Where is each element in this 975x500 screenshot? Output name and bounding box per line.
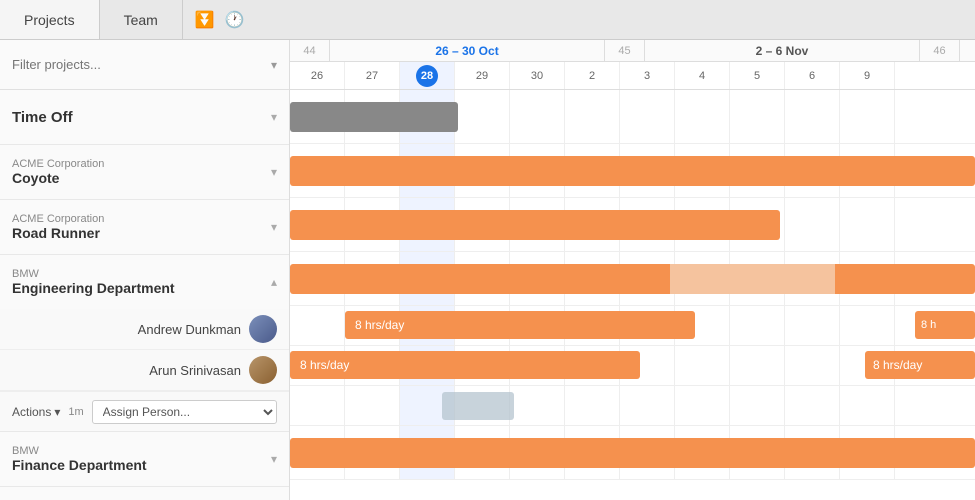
gantt-row-andrew: 8 hrs/day 8 h bbox=[290, 306, 975, 346]
bar-bmw-finance bbox=[290, 438, 975, 468]
bar-andrew-right: 8 h bbox=[915, 311, 975, 339]
gantt-row-time-off bbox=[290, 90, 975, 144]
day-26: 26 bbox=[290, 62, 345, 89]
bmw-finance-company: BMW bbox=[12, 445, 263, 457]
clock-icon[interactable]: 🕐 bbox=[225, 10, 245, 30]
day-27: 27 bbox=[345, 62, 400, 89]
sidebar-item-time-off-header[interactable]: Time Off ▾ bbox=[0, 90, 289, 144]
sidebar-item-acme-roadrunner: ACME Corporation Road Runner ▾ bbox=[0, 200, 289, 255]
andrew-name: Andrew Dunkman bbox=[20, 322, 249, 337]
week-label-row: 44 26 – 30 Oct 45 2 – 6 Nov 46 bbox=[290, 40, 975, 62]
bar-andrew: 8 hrs/day bbox=[345, 311, 695, 339]
acme-coyote-company: ACME Corporation bbox=[12, 158, 263, 170]
expand-icon-bmw-engineering: ▴ bbox=[271, 275, 277, 289]
gantt-body: 8 hrs/day 8 h bbox=[290, 90, 975, 500]
expand-icon-bmw-finance: ▾ bbox=[271, 452, 277, 466]
expand-icon-time-off: ▾ bbox=[271, 110, 277, 124]
day-9: 9 bbox=[840, 62, 895, 89]
bar-arun: 8 hrs/day bbox=[290, 351, 640, 379]
day-29: 29 bbox=[455, 62, 510, 89]
week-46-num: 46 bbox=[920, 40, 960, 61]
app-container: Projects Team ⏬ 🕐 ▾ Time Off ▾ bbox=[0, 0, 975, 500]
arun-rate: 8 hrs/day bbox=[300, 358, 349, 372]
bmw-engineering-company: BMW bbox=[12, 268, 263, 280]
tab-team[interactable]: Team bbox=[100, 0, 183, 39]
top-nav: Projects Team ⏬ 🕐 bbox=[0, 0, 975, 40]
bar-arun-right: 8 hrs/day bbox=[865, 351, 975, 379]
bar-bmw-eng-light bbox=[670, 264, 780, 294]
week-44-num: 44 bbox=[290, 40, 330, 61]
bmw-engineering-members: Andrew Dunkman Arun Srinivasan Acti bbox=[0, 309, 289, 431]
week-26-30-oct: 26 – 30 Oct bbox=[330, 40, 605, 61]
tab-projects[interactable]: Projects bbox=[0, 0, 100, 39]
gantt-row-arun: 8 hrs/day 8 hrs/day bbox=[290, 346, 975, 386]
gantt-row-acme-coyote bbox=[290, 144, 975, 198]
andrew-rate: 8 hrs/day bbox=[355, 318, 404, 332]
bmw-finance-project: Finance Department bbox=[12, 457, 263, 473]
sidebar-item-bmw-engineering: BMW Engineering Department ▴ Andrew Dunk… bbox=[0, 255, 289, 432]
arun-avatar bbox=[249, 356, 277, 384]
bar-time-off bbox=[290, 102, 458, 132]
gantt-row-bmw-finance bbox=[290, 426, 975, 480]
interval-label: 1m bbox=[68, 406, 83, 418]
chevron-down-icon[interactable]: ▾ bbox=[271, 58, 277, 72]
sidebar-item-acme-coyote-header[interactable]: ACME Corporation Coyote ▾ bbox=[0, 145, 289, 199]
gantt-chart: 44 26 – 30 Oct 45 2 – 6 Nov 46 26 27 28 bbox=[290, 40, 975, 500]
acme-coyote-project: Coyote bbox=[12, 170, 263, 186]
actions-row: Actions ▾ 1m Assign Person... bbox=[0, 391, 289, 431]
day-3: 3 bbox=[620, 62, 675, 89]
acme-roadrunner-project: Road Runner bbox=[12, 225, 263, 241]
bar-bmw-eng-light2 bbox=[780, 264, 835, 294]
sidebar-item-acme-coyote: ACME Corporation Coyote ▾ bbox=[0, 145, 289, 200]
sidebar: ▾ Time Off ▾ ACME Corporation Coyote bbox=[0, 40, 290, 500]
gantt-row-bmw-engineering bbox=[290, 252, 975, 306]
week-45-num: 45 bbox=[605, 40, 645, 61]
bmw-engineering-project: Engineering Department bbox=[12, 280, 263, 296]
sidebar-item-bmw-engineering-header[interactable]: BMW Engineering Department ▴ bbox=[0, 255, 289, 309]
acme-roadrunner-company: ACME Corporation bbox=[12, 213, 263, 225]
day-30: 30 bbox=[510, 62, 565, 89]
day-2: 2 bbox=[565, 62, 620, 89]
actions-button[interactable]: Actions ▾ bbox=[12, 405, 60, 419]
filter-row: ▾ bbox=[0, 40, 289, 90]
bar-acme-coyote bbox=[290, 156, 975, 186]
nav-icons: ⏬ 🕐 bbox=[183, 10, 257, 30]
bar-acme-roadrunner bbox=[290, 210, 780, 240]
cursor-placeholder bbox=[442, 392, 514, 420]
sidebar-item-acme-roadrunner-header[interactable]: ACME Corporation Road Runner ▾ bbox=[0, 200, 289, 254]
arun-name: Arun Srinivasan bbox=[20, 363, 249, 378]
member-andrew: Andrew Dunkman bbox=[0, 309, 289, 350]
expand-icon-acme-coyote: ▾ bbox=[271, 165, 277, 179]
gantt-row-acme-roadrunner bbox=[290, 198, 975, 252]
expand-icon-acme-roadrunner: ▾ bbox=[271, 220, 277, 234]
day-5: 5 bbox=[730, 62, 785, 89]
member-arun: Arun Srinivasan bbox=[0, 350, 289, 391]
day-28-today: 28 bbox=[400, 62, 455, 89]
main-content: ▾ Time Off ▾ ACME Corporation Coyote bbox=[0, 40, 975, 500]
double-chevron-icon[interactable]: ⏬ bbox=[195, 10, 215, 30]
bar-bmw-eng-orange bbox=[290, 264, 670, 294]
week-2-6-nov: 2 – 6 Nov bbox=[645, 40, 920, 61]
sidebar-item-bmw-finance: BMW Finance Department ▾ bbox=[0, 432, 289, 487]
andrew-avatar bbox=[249, 315, 277, 343]
gantt-row-actions bbox=[290, 386, 975, 426]
bar-bmw-eng-end bbox=[835, 264, 975, 294]
time-off-title: Time Off bbox=[12, 109, 263, 126]
filter-input[interactable] bbox=[12, 57, 271, 72]
sidebar-item-time-off: Time Off ▾ bbox=[0, 90, 289, 145]
sidebar-item-bmw-finance-header[interactable]: BMW Finance Department ▾ bbox=[0, 432, 289, 486]
day-6: 6 bbox=[785, 62, 840, 89]
assign-person-select[interactable]: Assign Person... bbox=[92, 400, 277, 424]
day-4: 4 bbox=[675, 62, 730, 89]
day-header-row: 26 27 28 29 30 2 3 4 5 6 bbox=[290, 62, 975, 90]
